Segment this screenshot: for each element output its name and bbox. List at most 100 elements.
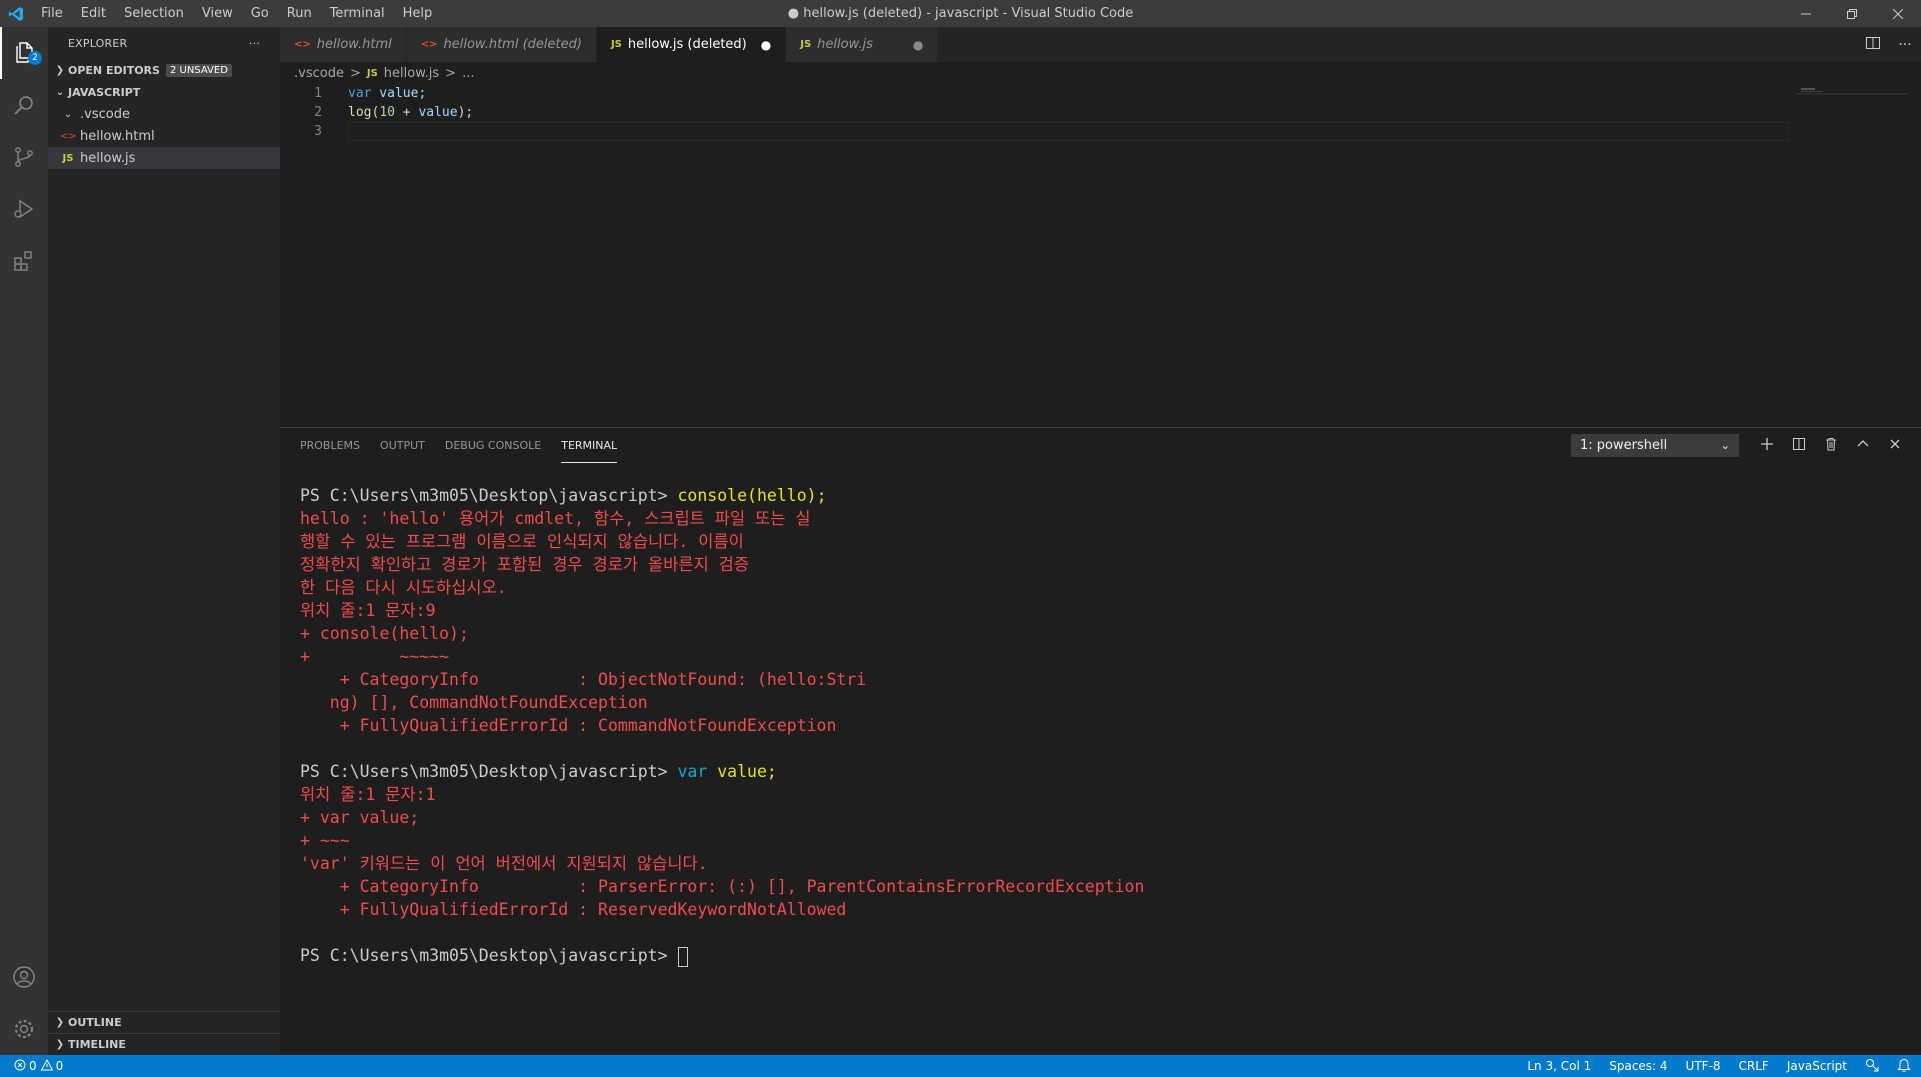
breadcrumb-folder[interactable]: .vscode	[294, 66, 344, 81]
code-operator: +	[394, 105, 419, 120]
open-editors-section[interactable]: ❯ OPEN EDITORS 2 UNSAVED	[48, 59, 280, 81]
explorer-title: EXPLORER	[68, 36, 128, 50]
end-of-line[interactable]: CRLF	[1739, 1059, 1769, 1073]
run-debug-icon[interactable]	[0, 183, 48, 235]
outline-section[interactable]: ❯ OUTLINE	[48, 1011, 280, 1033]
tab-hellow-js-deleted[interactable]: JS hellow.js (deleted) ●	[596, 27, 787, 62]
menu-edit[interactable]: Edit	[72, 0, 115, 27]
tab-label: hellow.js (deleted)	[627, 37, 747, 52]
encoding[interactable]: UTF-8	[1686, 1059, 1721, 1073]
account-icon[interactable]	[0, 951, 48, 1003]
editor-area: <> hellow.html <> hellow.html (deleted) …	[280, 27, 1921, 1055]
chevron-up-icon[interactable]	[1847, 437, 1879, 455]
close-icon[interactable]	[1875, 0, 1921, 27]
tab-hellow-html-deleted[interactable]: <> hellow.html (deleted)	[406, 27, 597, 62]
current-line-highlight	[348, 122, 1789, 141]
terminal-select[interactable]: 1: powershell ⌄	[1571, 434, 1739, 457]
terminal-select-value: 1: powershell	[1580, 438, 1668, 453]
terminal-error: 정확한지 확인하고 경로가 포함된 경우 경로가 올바른지 검증	[300, 555, 750, 574]
restore-icon[interactable]	[1829, 0, 1875, 27]
chevron-right-icon: ❯	[55, 1039, 65, 1050]
minimize-icon[interactable]	[1783, 0, 1829, 27]
folder-section[interactable]: ⌄ JAVASCRIPT	[48, 81, 280, 103]
minimap[interactable]	[1795, 84, 1907, 415]
language-mode[interactable]: JavaScript	[1787, 1059, 1847, 1073]
tab-debug-console[interactable]: DEBUG CONSOLE	[445, 428, 541, 463]
source-control-icon[interactable]	[0, 131, 48, 183]
tree-item-hellow-html[interactable]: <> hellow.html	[48, 125, 280, 147]
terminal-output[interactable]: PS C:\Users\m3m05\Desktop\javascript> co…	[300, 484, 1144, 967]
explorer-icon[interactable]: 2	[0, 27, 48, 79]
code-line[interactable]: 1 var value;	[280, 84, 1921, 103]
breadcrumb-symbols[interactable]: ...	[462, 66, 474, 81]
tab-problems[interactable]: PROBLEMS	[300, 428, 360, 463]
tab-hellow-js[interactable]: JS hellow.js ●	[786, 27, 939, 62]
html-file-icon: <>	[420, 39, 438, 50]
tab-hellow-html[interactable]: <> hellow.html	[280, 27, 407, 62]
code-keyword: var	[348, 86, 372, 101]
html-file-icon: <>	[294, 39, 311, 50]
terminal-error: + ~~~	[300, 831, 350, 850]
menu-selection[interactable]: Selection	[115, 0, 193, 27]
timeline-section[interactable]: ❯ TIMELINE	[48, 1033, 280, 1055]
terminal-error: hello : 'hello' 용어가 cmdlet, 함수, 스크립트 파일 …	[300, 509, 811, 528]
menu-run[interactable]: Run	[278, 0, 321, 27]
split-terminal-icon[interactable]	[1783, 437, 1815, 455]
new-terminal-icon[interactable]	[1751, 437, 1783, 455]
terminal-line: PS C:\Users\m3m05\Desktop\javascript> va…	[300, 760, 1144, 783]
terminal-error: 한 다음 다시 시도하십시오.	[300, 578, 507, 597]
terminal-error: 'var' 키워드는 이 언어 버전에서 지원되지 않습니다.	[300, 854, 708, 873]
terminal-error: + FullyQualifiedErrorId : ReservedKeywor…	[300, 900, 847, 919]
tree-item-vscode[interactable]: ⌄ .vscode	[48, 103, 280, 125]
chevron-down-icon: ⌄	[55, 86, 65, 98]
menu-view[interactable]: View	[193, 0, 242, 27]
tab-label: hellow.html	[316, 37, 392, 52]
cursor-position[interactable]: Ln 3, Col 1	[1527, 1059, 1591, 1073]
breadcrumb-file[interactable]: hellow.js	[384, 66, 439, 81]
more-actions-icon[interactable]: ···	[1889, 37, 1921, 53]
code-identifier: value;	[371, 86, 427, 101]
trash-icon[interactable]	[1815, 437, 1847, 455]
unsaved-badge: 2 UNSAVED	[165, 63, 232, 77]
settings-gear-icon[interactable]	[0, 1003, 48, 1055]
problems-indicator[interactable]: 0 0	[0, 1058, 63, 1074]
extensions-icon[interactable]	[0, 235, 48, 287]
code-editor[interactable]: 1 var value; 2 log(10 + value); 3	[280, 84, 1921, 415]
code-function: log	[348, 105, 372, 120]
menu-go[interactable]: Go	[242, 0, 278, 27]
line-number: 1	[314, 86, 322, 101]
tab-terminal[interactable]: TERMINAL	[561, 428, 618, 463]
feedback-icon[interactable]	[1865, 1058, 1879, 1075]
bottom-panel: PROBLEMS OUTPUT DEBUG CONSOLE TERMINAL 1…	[280, 427, 1921, 1055]
terminal-prompt: PS C:\Users\m3m05\Desktop\javascript>	[300, 946, 678, 965]
more-actions-icon[interactable]: ···	[249, 37, 260, 50]
terminal-error: 위치 줄:1 문자:9	[300, 601, 436, 620]
notifications-bell-icon[interactable]	[1897, 1058, 1911, 1075]
terminal-line: PS C:\Users\m3m05\Desktop\javascript>	[300, 944, 1144, 967]
error-icon	[14, 1059, 26, 1074]
line-number: 2	[314, 105, 322, 120]
chevron-right-icon: ❯	[55, 1017, 65, 1028]
unsaved-dot-icon[interactable]: ●	[913, 38, 923, 52]
terminal-cursor	[677, 946, 688, 967]
folder-label: JAVASCRIPT	[68, 85, 141, 99]
panel-actions: 1: powershell ⌄	[1571, 434, 1911, 457]
code-identifier: value	[418, 105, 458, 120]
unsaved-dot-icon[interactable]: ●	[761, 38, 771, 52]
js-file-icon: JS	[62, 152, 74, 164]
close-panel-icon[interactable]	[1879, 437, 1911, 455]
split-editor-icon[interactable]	[1857, 35, 1889, 55]
terminal-error: + CategoryInfo : ObjectNotFound: (hello:…	[300, 670, 867, 689]
code-line[interactable]: 2 log(10 + value);	[280, 103, 1921, 122]
terminal-prompt: PS C:\Users\m3m05\Desktop\javascript>	[300, 486, 678, 505]
line-number: 3	[314, 124, 322, 139]
search-icon[interactable]	[0, 79, 48, 131]
menu-help[interactable]: Help	[394, 0, 442, 27]
menu-file[interactable]: File	[32, 0, 72, 27]
menu-terminal[interactable]: Terminal	[321, 0, 394, 27]
tree-item-hellow-js[interactable]: JS hellow.js	[48, 147, 280, 169]
terminal-command: console(hello);	[677, 486, 827, 505]
js-file-icon: JS	[800, 39, 812, 50]
tab-output[interactable]: OUTPUT	[380, 428, 425, 463]
indentation[interactable]: Spaces: 4	[1609, 1059, 1667, 1073]
